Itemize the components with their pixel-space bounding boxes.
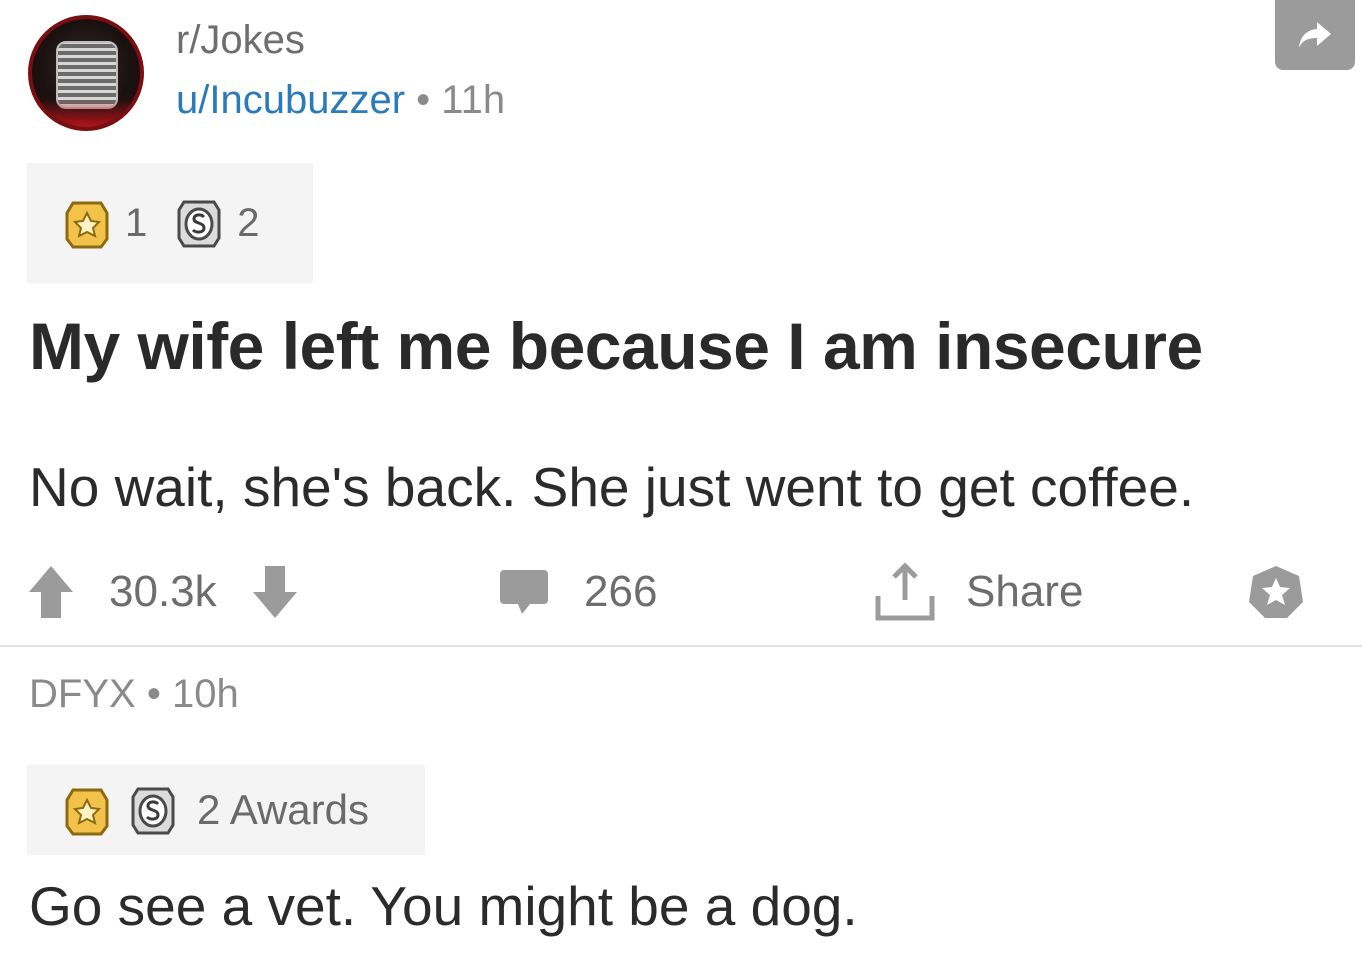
subreddit-name[interactable]: r/Jokes bbox=[176, 18, 305, 63]
silver-award-count: 2 bbox=[237, 200, 260, 245]
share-arrow-icon bbox=[1299, 22, 1331, 48]
comment-meta-separator: • bbox=[146, 672, 161, 716]
upvote-arrow-icon[interactable] bbox=[27, 564, 75, 620]
comment-bubble-icon bbox=[500, 570, 548, 614]
avatar-glow bbox=[32, 99, 140, 127]
downvote-arrow-icon[interactable] bbox=[251, 564, 299, 620]
post-body: No wait, she's back. She just went to ge… bbox=[29, 456, 1195, 518]
gold-award-icon bbox=[65, 201, 109, 249]
share-upload-icon bbox=[875, 562, 935, 621]
comment-awards-label: 2 Awards bbox=[197, 786, 369, 833]
comments-button[interactable]: 266 bbox=[498, 560, 657, 624]
save-star-icon bbox=[1249, 566, 1303, 618]
gold-award-count: 1 bbox=[125, 200, 148, 245]
comment-body: Go see a vet. You might be a dog. bbox=[29, 875, 858, 937]
comment-age: 10h bbox=[171, 672, 239, 716]
gold-award-icon bbox=[65, 788, 109, 836]
vote-controls: 30.3k bbox=[27, 560, 299, 624]
post-author[interactable]: u/Incubuzzer bbox=[176, 78, 405, 122]
meta-separator: • bbox=[416, 78, 431, 122]
save-button[interactable] bbox=[1247, 560, 1305, 624]
share-corner-button[interactable] bbox=[1275, 0, 1355, 70]
share-label: Share bbox=[966, 567, 1084, 616]
post-age: 11h bbox=[441, 78, 506, 122]
silver-award-icon bbox=[131, 787, 175, 835]
comment-awards[interactable]: 2 Awards bbox=[27, 765, 425, 855]
section-divider bbox=[0, 645, 1362, 647]
comment-count: 266 bbox=[584, 567, 658, 616]
post-awards[interactable]: 1 2 bbox=[27, 163, 313, 283]
vote-score: 30.3k bbox=[109, 567, 217, 616]
comment-meta: DFYX • 10h bbox=[29, 672, 239, 717]
post-title[interactable]: My wife left me because I am insecure bbox=[29, 308, 1203, 384]
silver-award-icon bbox=[177, 200, 221, 248]
post-meta: u/Incubuzzer • 11h bbox=[176, 78, 505, 123]
comment-author[interactable]: DFYX bbox=[29, 672, 136, 716]
share-button[interactable]: Share bbox=[874, 560, 1083, 624]
subreddit-avatar[interactable] bbox=[28, 15, 144, 131]
